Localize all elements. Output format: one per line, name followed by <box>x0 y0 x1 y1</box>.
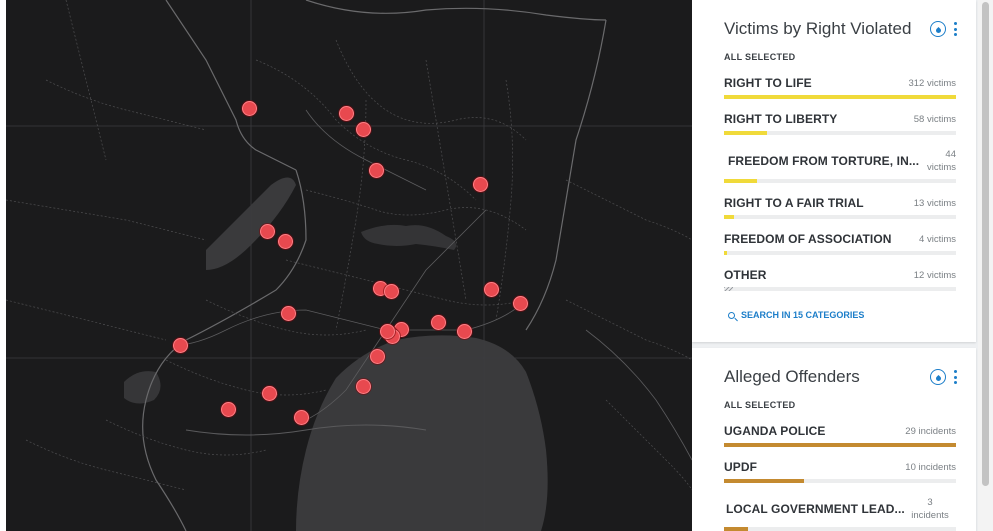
row-count-unit: victims <box>926 162 956 173</box>
row-count-number: 3 <box>927 497 933 508</box>
row-label: RIGHT TO A FAIR TRIAL <box>724 196 864 210</box>
row-label: OTHER <box>724 268 767 282</box>
row-count-unit: incidents <box>911 510 949 521</box>
incident-marker[interactable] <box>339 106 354 121</box>
row-bar-fill <box>724 527 748 531</box>
incident-marker[interactable] <box>513 296 528 311</box>
country-border <box>525 19 607 331</box>
row-count: 13 victims <box>913 198 956 209</box>
incident-marker[interactable] <box>484 282 499 297</box>
row-count: 312 victims <box>908 78 956 89</box>
incident-marker[interactable] <box>431 315 446 330</box>
offenders-card-title: Alleged Offenders <box>724 367 860 386</box>
row-bar-track <box>724 443 956 447</box>
victims-card-actions <box>930 21 958 37</box>
row-count: 58 victims <box>913 114 956 125</box>
row-bar-track <box>724 251 956 255</box>
color-drop-icon[interactable] <box>930 21 946 37</box>
incident-marker[interactable] <box>384 284 399 299</box>
incident-marker[interactable] <box>260 224 275 239</box>
row-count: 3 incidents <box>904 496 956 522</box>
row-bar-track <box>724 179 956 183</box>
search-icon <box>728 311 735 319</box>
row-count: 10 incidents <box>905 462 956 473</box>
sidebar: Victims by Right Violated ALL SELECTED R… <box>692 0 978 531</box>
incident-map[interactable] <box>6 0 692 531</box>
incident-marker[interactable] <box>356 379 371 394</box>
row-bar-track <box>724 95 956 99</box>
more-options-icon[interactable] <box>954 22 958 36</box>
offenders-card: Alleged Offenders ALL SELECTED UGANDA PO… <box>692 348 976 531</box>
incident-marker[interactable] <box>278 234 293 249</box>
incident-marker[interactable] <box>457 324 472 339</box>
row-bar-fill <box>724 479 804 483</box>
row-count: 4 victims <box>919 234 956 245</box>
incident-marker[interactable] <box>370 349 385 364</box>
row-label: UPDF <box>724 460 758 474</box>
incident-marker[interactable] <box>380 324 395 339</box>
map-basemap <box>6 0 692 531</box>
row-bar-fill <box>724 131 768 135</box>
lake-victoria-shape <box>296 335 548 531</box>
row-bar-fill <box>724 287 734 291</box>
row-bar-track <box>724 215 956 219</box>
row-bar-fill <box>724 215 734 219</box>
row-bar-track <box>724 287 956 291</box>
app-root: Victims by Right Violated ALL SELECTED R… <box>0 0 993 531</box>
country-border <box>165 0 297 171</box>
incident-marker[interactable] <box>294 410 309 425</box>
row-bar-fill <box>724 251 727 255</box>
offenders-card-actions <box>930 369 958 385</box>
incident-marker[interactable] <box>173 338 188 353</box>
incident-marker[interactable] <box>356 122 371 137</box>
row-label: FREEDOM OF ASSOCIATION <box>724 232 892 246</box>
row-label: UGANDA POLICE <box>724 424 826 438</box>
search-categories-label: SEARCH IN 15 CATEGORIES <box>741 310 865 320</box>
sidebar-scrollbar[interactable] <box>978 0 993 531</box>
offenders-all-selected[interactable]: ALL SELECTED <box>724 400 795 410</box>
incident-marker[interactable] <box>221 402 236 417</box>
incident-marker[interactable] <box>473 177 488 192</box>
country-border <box>142 169 307 531</box>
row-bar-fill <box>724 443 956 447</box>
row-bar-track <box>724 131 956 135</box>
lake-kyoga-shape <box>361 224 457 250</box>
row-label: LOCAL GOVERNMENT LEAD... <box>726 502 905 516</box>
row-count: 12 victims <box>913 270 956 281</box>
row-label: RIGHT TO LIFE <box>724 76 812 90</box>
row-bar-track <box>724 527 956 531</box>
more-options-icon[interactable] <box>954 370 958 384</box>
row-bar-fill <box>724 95 956 99</box>
row-count: 29 incidents <box>905 426 956 437</box>
incident-marker[interactable] <box>369 163 384 178</box>
search-categories-link[interactable]: SEARCH IN 15 CATEGORIES <box>728 310 864 320</box>
victims-all-selected[interactable]: ALL SELECTED <box>724 52 795 62</box>
row-label: FREEDOM FROM TORTURE, IN... <box>728 154 920 168</box>
victims-card: Victims by Right Violated ALL SELECTED R… <box>692 0 976 342</box>
country-border <box>305 0 607 21</box>
scrollbar-thumb[interactable] <box>982 2 989 486</box>
incident-marker[interactable] <box>242 101 257 116</box>
victims-card-title: Victims by Right Violated <box>724 19 912 38</box>
row-count-number: 44 <box>945 149 956 160</box>
incident-marker[interactable] <box>281 306 296 321</box>
row-bar-fill <box>724 179 757 183</box>
row-label: RIGHT TO LIBERTY <box>724 112 838 126</box>
row-count: 44 victims <box>916 148 956 174</box>
incident-marker[interactable] <box>262 386 277 401</box>
color-drop-icon[interactable] <box>930 369 946 385</box>
row-bar-track <box>724 479 956 483</box>
